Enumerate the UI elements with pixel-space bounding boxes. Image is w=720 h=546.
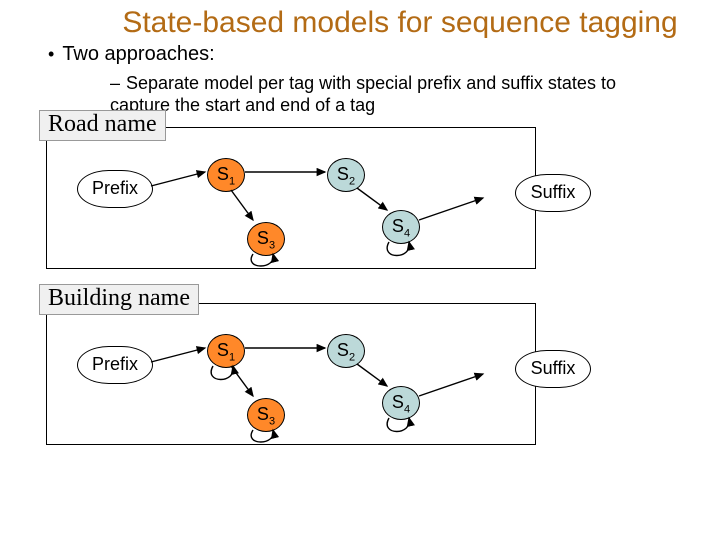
slide-title: State-based models for sequence tagging [120,6,680,41]
node-s2: S2 [327,334,365,368]
node-s3: S3 [247,398,285,432]
panel-label-building: Building name [39,284,199,315]
node-s3: S3 [247,222,285,256]
node-s4: S4 [382,210,420,244]
sub-bullet: –Separate model per tag with special pre… [110,72,660,117]
panel-label-road: Road name [39,110,166,141]
panel-building-name: Building name Prefix S1 S2 S3 S4 Suffix [46,303,536,445]
bullet-text: Two approaches: [62,43,214,65]
node-s1: S1 [207,334,245,368]
node-s2: S2 [327,158,365,192]
node-prefix: Prefix [77,170,153,208]
node-s4: S4 [382,386,420,420]
panel-road-name: Road name Prefix S1 S2 S3 S4 Suffix [46,127,536,269]
bullet-two-approaches: •Two approaches: [48,43,720,66]
node-s1: S1 [207,158,245,192]
node-suffix: Suffix [515,350,591,388]
sub-bullet-text: Separate model per tag with special pref… [110,73,616,116]
node-prefix: Prefix [77,346,153,384]
node-suffix: Suffix [515,174,591,212]
